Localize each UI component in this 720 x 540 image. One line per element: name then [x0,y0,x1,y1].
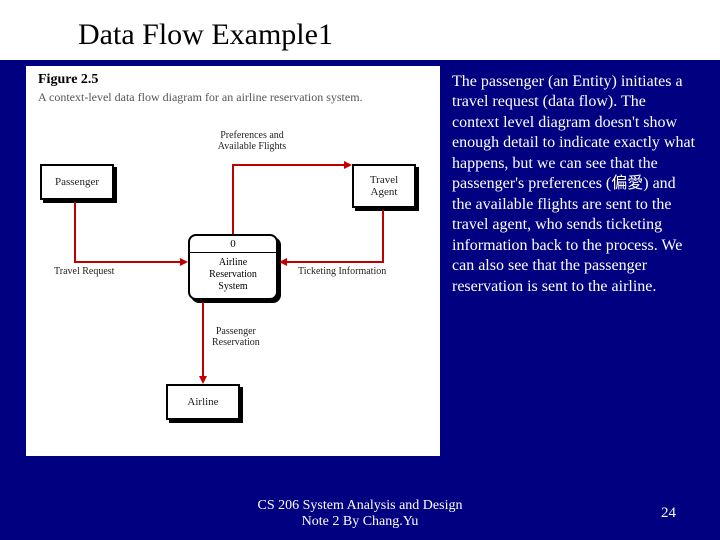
body-text: The passenger (an Entity) initiates a tr… [452,72,696,297]
flow-preferences: Preferences and Available Flights [202,130,302,152]
flow-reservation: Passenger Reservation [212,326,260,348]
flow-ticketing: Ticketing Information [298,266,386,277]
process-number: 0 [190,236,276,253]
figure-label: Figure 2.5 [38,72,98,88]
figure-caption: A context-level data flow diagram for an… [38,90,363,105]
page-number: 24 [661,505,676,522]
process-airline-reservation: 0 Airline Reservation System [188,234,278,300]
entity-airline: Airline [166,384,240,420]
process-name: Airline Reservation System [190,253,276,297]
footer: CS 206 System Analysis and Design Note 2… [0,498,720,530]
entity-passenger: Passenger [40,164,114,200]
slide-title: Data Flow Example1 [78,18,333,52]
entity-travel-agent: Travel Agent [352,164,416,208]
flow-travel-request: Travel Request [54,266,114,277]
dfd-diagram: Figure 2.5 A context-level data flow dia… [26,66,440,456]
